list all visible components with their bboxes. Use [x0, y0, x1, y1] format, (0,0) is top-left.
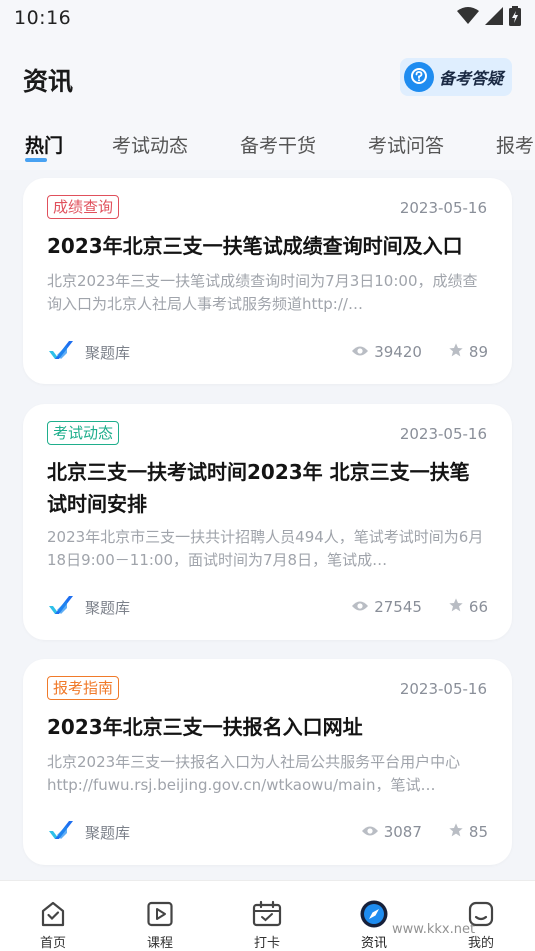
nav-courses[interactable]: 课程: [120, 881, 200, 951]
source-name: 聚题库: [85, 598, 131, 617]
source-logo-icon: [47, 339, 73, 365]
tab-prep-tips[interactable]: 备考干货: [240, 131, 316, 158]
play-icon: [145, 899, 175, 929]
source-name: 聚题库: [85, 823, 131, 842]
like-count-value: 89: [468, 343, 488, 361]
like-count[interactable]: 89: [448, 342, 488, 362]
article-summary: 北京2023年三支一扶报名入口为人社局公共服务平台用户中心http://fuwu…: [47, 753, 461, 794]
signal-icon: [485, 7, 503, 29]
tab-exam-news[interactable]: 考试动态: [112, 131, 188, 158]
article-source: 聚题库: [47, 339, 130, 365]
view-count: 3087: [361, 823, 422, 841]
tab-hot[interactable]: 热门: [25, 131, 63, 158]
article-summary: 2023年北京市三支一扶共计招聘人员494人，笔试考试时间为6月18日9:00－…: [47, 528, 484, 569]
article-footer: 聚题库 3087 85: [47, 820, 488, 844]
status-icons: [457, 6, 521, 30]
nav-label: 打卡: [253, 936, 280, 951]
star-icon: [448, 342, 464, 362]
compass-icon: [359, 899, 389, 929]
like-count[interactable]: 66: [448, 597, 488, 617]
view-count-value: 27545: [374, 598, 422, 616]
like-count-value: 66: [468, 598, 488, 616]
article-title: 2023年北京三支一扶报名入口网址: [47, 715, 363, 739]
source-logo-icon: [47, 594, 73, 620]
calendar-check-icon: [252, 899, 282, 929]
nav-label: 课程: [146, 936, 173, 951]
category-tag: 成绩查询: [47, 195, 120, 219]
article-date: 2023-05-16: [399, 680, 487, 698]
question-chat-icon: [404, 62, 434, 92]
article-source: 聚题库: [47, 594, 130, 620]
star-icon: [448, 597, 464, 617]
article-card[interactable]: 报考指南 2023-05-16 2023年北京三支一扶报名入口网址 北京2023…: [23, 659, 512, 865]
article-card[interactable]: 成绩查询 2023-05-16 2023年北京三支一扶笔试成绩查询时间及入口 北…: [23, 178, 512, 384]
article-title: 2023年北京三支一扶笔试成绩查询时间及入口: [47, 234, 463, 258]
article-summary: 北京2023年三支一扶笔试成绩查询时间为7月3日10:00，成绩查询入口为北京人…: [47, 272, 478, 313]
status-bar: 10:16: [0, 0, 535, 36]
eye-icon: [351, 598, 369, 616]
battery-icon: [509, 6, 521, 30]
source-name: 聚题库: [85, 343, 131, 362]
qa-button-label: 备考答疑: [439, 69, 504, 88]
category-tabs: 热门 考试动态 备考干货 考试问答 报考: [0, 120, 535, 170]
nav-profile[interactable]: 我的: [441, 881, 521, 951]
article-date: 2023-05-16: [399, 425, 487, 443]
watermark: www.kkx.net: [392, 922, 476, 937]
nav-checkin[interactable]: 打卡: [227, 881, 307, 951]
tab-registration[interactable]: 报考: [496, 131, 534, 158]
wifi-icon: [457, 7, 479, 29]
like-count-value: 85: [468, 823, 488, 841]
article-footer: 聚题库 39420 89: [47, 340, 488, 364]
status-time: 10:16: [14, 7, 72, 29]
view-count-value: 39420: [374, 343, 422, 361]
eye-icon: [351, 343, 369, 361]
nav-label: 首页: [39, 936, 66, 951]
bottom-nav: 首页 课程 打卡 资讯 我的: [0, 880, 535, 951]
category-tag: 考试动态: [47, 421, 120, 445]
eye-icon: [361, 823, 379, 841]
nav-home[interactable]: 首页: [13, 881, 93, 951]
article-date: 2023-05-16: [399, 199, 487, 217]
like-count[interactable]: 85: [448, 822, 488, 842]
article-stats: 3087 85: [361, 822, 488, 842]
article-card[interactable]: 考试动态 2023-05-16 北京三支一扶考试时间2023年 北京三支一扶笔试…: [23, 404, 512, 640]
home-icon: [38, 899, 68, 929]
nav-label: 资讯: [360, 936, 387, 951]
article-source: 聚题库: [47, 819, 130, 845]
page-title: 资讯: [23, 67, 74, 96]
article-title: 北京三支一扶考试时间2023年 北京三支一扶笔试时间安排: [47, 460, 470, 516]
active-tab-indicator: [25, 158, 47, 162]
header: 资讯 备考答疑: [0, 36, 535, 120]
article-stats: 27545 66: [351, 597, 488, 617]
article-stats: 39420 89: [351, 342, 488, 362]
source-logo-icon: [47, 819, 73, 845]
article-footer: 聚题库 27545 66: [47, 595, 488, 619]
qa-button[interactable]: 备考答疑: [400, 58, 512, 96]
category-tag: 报考指南: [47, 676, 120, 700]
nav-news[interactable]: 资讯: [334, 881, 414, 951]
view-count: 39420: [351, 343, 422, 361]
view-count: 27545: [351, 598, 422, 616]
tab-exam-qa[interactable]: 考试问答: [368, 131, 444, 158]
star-icon: [448, 822, 464, 842]
view-count-value: 3087: [383, 823, 422, 841]
